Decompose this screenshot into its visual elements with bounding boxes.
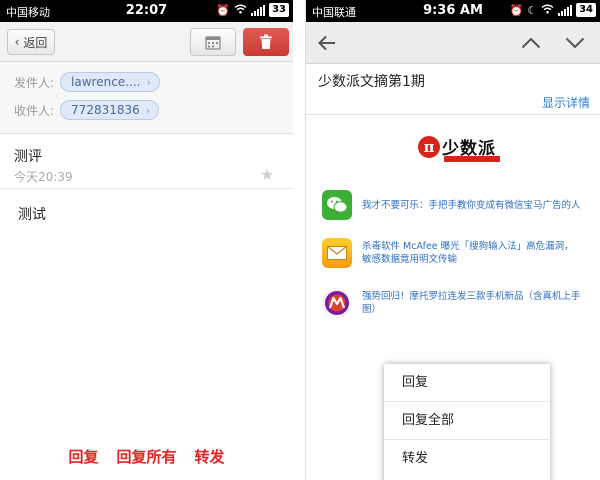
- from-chip[interactable]: lawrence.... ›: [60, 72, 160, 92]
- mail-body: 测试: [18, 207, 46, 223]
- digest-item-text: 杀毒软件 McAfee 曝光「搜狗输入法」高危漏洞，敏感数据竟用明文传输: [362, 241, 574, 265]
- left-phone-screen: 中国移动 22:07 ⏰ 33 ‹ 返回 发件人: lawrence.... ›: [0, 0, 293, 480]
- mail-datetime: 今天20:39: [14, 170, 73, 184]
- status-bar: 中国联通 9:36 AM ⏰ ☾ 34: [306, 0, 600, 22]
- logo-underline: [444, 156, 500, 162]
- menu-reply-all[interactable]: 回复全部: [384, 402, 550, 440]
- chevron-down-icon[interactable]: [562, 30, 588, 56]
- to-label: 收件人:: [14, 103, 55, 118]
- back-button[interactable]: ‹ 返回: [7, 29, 55, 55]
- status-icons: ⏰ 33: [216, 3, 289, 17]
- calendar-button[interactable]: [190, 28, 236, 56]
- battery-icon: 34: [576, 3, 596, 17]
- from-label: 发件人:: [14, 75, 55, 90]
- moon-icon: ☾: [527, 3, 538, 17]
- signal-icon: [251, 4, 266, 16]
- mail-subject: 测评: [14, 149, 42, 165]
- star-icon[interactable]: ★: [260, 165, 274, 184]
- mail-subject: 少数派文摘第1期: [318, 74, 425, 90]
- mail-toolbar: ‹ 返回: [0, 22, 293, 62]
- alarm-icon: ⏰: [509, 3, 524, 17]
- back-arrow-icon[interactable]: [314, 30, 340, 56]
- menu-reply[interactable]: 回复: [384, 364, 550, 402]
- wifi-icon: [541, 4, 554, 17]
- wechat-icon: [322, 190, 352, 220]
- mail-actions: 回复 回复所有 转发: [0, 446, 293, 467]
- screen-gap: [293, 0, 305, 480]
- divider: [0, 188, 293, 189]
- alarm-icon: ⏰: [216, 3, 231, 17]
- reply-menu: 回复 回复全部 转发: [384, 364, 550, 480]
- to-value: 772831836: [71, 103, 140, 117]
- chevron-up-icon[interactable]: [518, 30, 544, 56]
- mail-icon: [322, 238, 352, 268]
- signal-icon: [558, 4, 573, 16]
- sender-recipient-panel: 发件人: lawrence.... › 收件人: 772831836 ›: [0, 62, 293, 134]
- reply-all-button[interactable]: 回复所有: [116, 446, 176, 467]
- digest-item[interactable]: 我才不要可乐：手把手教你变成有微信宝马广告的人: [322, 190, 582, 220]
- status-bar: 中国移动 22:07 ⏰ 33: [0, 0, 293, 22]
- wifi-icon: [234, 4, 247, 17]
- digest-item[interactable]: 杀毒软件 McAfee 曝光「搜狗输入法」高危漏洞，敏感数据竟用明文传输: [322, 238, 582, 268]
- digest-item-text: 强势回归！摩托罗拉连发三款手机新品（含真机上手图）: [362, 291, 581, 315]
- show-details-link[interactable]: 显示详情: [542, 94, 590, 111]
- reply-button[interactable]: 回复: [68, 446, 98, 467]
- from-row: 发件人: lawrence.... ›: [14, 72, 160, 92]
- delete-button[interactable]: [243, 28, 289, 56]
- chevron-left-icon: ‹: [14, 35, 20, 49]
- menu-forward[interactable]: 转发: [384, 440, 550, 478]
- chevron-right-icon: ›: [145, 103, 151, 117]
- to-row: 收件人: 772831836 ›: [14, 100, 160, 120]
- to-chip[interactable]: 772831836 ›: [60, 100, 160, 120]
- digest-item[interactable]: 强势回归！摩托罗拉连发三款手机新品（含真机上手图）: [322, 288, 582, 318]
- back-button-label: 返回: [23, 35, 48, 50]
- digest-item-text: 我才不要可乐：手把手教你变成有微信宝马广告的人: [362, 199, 581, 211]
- motorola-icon: [322, 288, 352, 318]
- calendar-icon: [205, 35, 221, 50]
- mail-toolbar: [306, 22, 600, 64]
- from-value: lawrence....: [71, 75, 141, 89]
- trash-icon: [260, 34, 272, 49]
- pi-logo-icon: π: [418, 135, 440, 158]
- status-icons: ⏰ ☾ 34: [509, 3, 596, 17]
- divider: [306, 114, 600, 115]
- battery-icon: 33: [269, 3, 289, 17]
- right-phone-screen: 中国联通 9:36 AM ⏰ ☾ 34 少数派文摘第1期 显示详情 π 少数派: [305, 0, 600, 480]
- forward-button[interactable]: 转发: [195, 446, 225, 467]
- chevron-right-icon: ›: [146, 75, 151, 89]
